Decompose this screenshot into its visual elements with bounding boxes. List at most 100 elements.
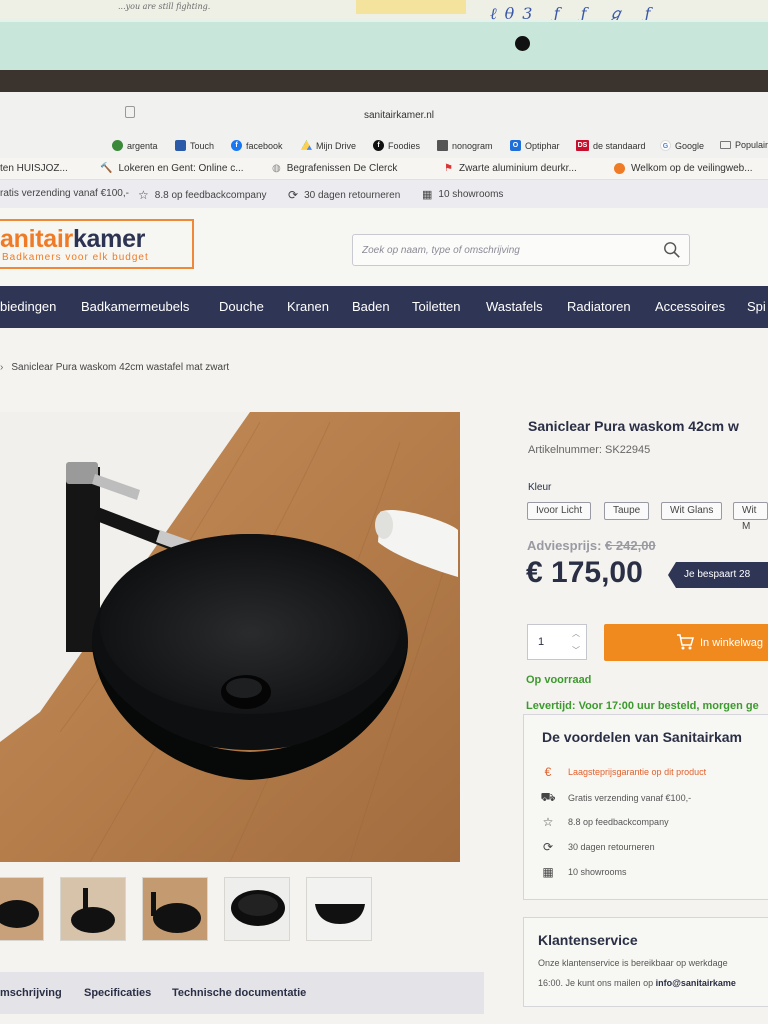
thumbnail-4[interactable] — [224, 877, 290, 941]
thumbnail-1[interactable] — [0, 877, 44, 941]
product-title: Saniclear Pura waskom 42cm w — [528, 418, 739, 434]
quantity-stepper[interactable]: 1 ︿ ﹀ — [527, 624, 587, 660]
tab-veiling[interactable]: Welkom op de veilingweb... — [614, 163, 753, 174]
tab-label: Lokeren en Gent: Online c... — [118, 163, 244, 174]
laptop-bezel — [0, 20, 768, 70]
benefits-box: De voordelen van Sanitairkam € Laagstepri… — [523, 714, 768, 900]
customer-service-email-link[interactable]: info@sanitairkame — [656, 978, 736, 988]
bookmark-nonogram[interactable]: nonogram — [437, 140, 493, 151]
customer-service-title: Klantenservice — [538, 932, 638, 948]
bookmark-label: Mijn Drive — [316, 140, 357, 151]
truck-icon: ⛟ — [540, 790, 556, 804]
bookmark-destandaard[interactable]: DS de standaard — [576, 140, 646, 151]
customer-service-email-line: 16:00. Je kunt ons mailen op info@sanita… — [538, 978, 736, 988]
color-label: Kleur — [528, 482, 552, 493]
euro-icon: € — [544, 765, 552, 779]
webcam-icon — [515, 36, 530, 51]
color-option-taupe[interactable]: Taupe — [604, 502, 650, 520]
tab-omschrijving[interactable]: mschrijving — [0, 987, 62, 999]
bookmark-google[interactable]: G Google — [660, 140, 704, 151]
bookmark-label: facebook — [246, 140, 283, 151]
thumbnail-image — [307, 878, 371, 940]
leaf-icon — [112, 140, 123, 151]
bookmark-facebook[interactable]: f facebook — [231, 140, 283, 151]
google-icon: G — [660, 140, 671, 151]
bookmark-optiphar[interactable]: O Optiphar — [510, 140, 560, 151]
folder-icon — [720, 141, 731, 149]
thumbnail-image — [61, 878, 125, 940]
paper-scribble: ℓθ3 ƒ ƒ ℊ ƒ — [490, 4, 659, 20]
search-box — [352, 234, 690, 266]
nav-item-accessoires[interactable]: Accessoires — [655, 299, 725, 314]
color-option-ivoor-licht[interactable]: Ivoor Licht — [527, 502, 592, 520]
product-main-image[interactable] — [0, 412, 460, 862]
nav-item-kranen[interactable]: Kranen — [287, 299, 329, 314]
store-icon: ▦ — [542, 865, 554, 879]
tab-label: Begrafenissen De Clerck — [286, 163, 398, 174]
nav-item-wastafels[interactable]: Wastafels — [486, 299, 543, 314]
tab-technische-documentatie[interactable]: Technische documentatie — [172, 987, 306, 999]
address-bar[interactable]: sanitairkamer.nl — [0, 110, 768, 121]
benefit-label: 10 showrooms — [568, 867, 627, 877]
nav-item-toiletten[interactable]: Toiletten — [412, 299, 460, 314]
nav-item-aanbiedingen[interactable]: biedingen — [0, 299, 56, 314]
chevron-down-icon[interactable]: ﹀ — [572, 645, 580, 656]
thumbnail-3[interactable] — [142, 877, 208, 941]
search-icon[interactable] — [663, 241, 681, 259]
browser-window: sanitairkamer.nl argenta Touch f facebook… — [0, 92, 768, 1024]
thumbnail-2[interactable] — [60, 877, 126, 941]
nav-item-douche[interactable]: Douche — [219, 299, 264, 314]
nav-item-spiegels[interactable]: Spi — [747, 299, 766, 314]
washbasin-photo — [0, 412, 460, 862]
star-icon: ☆ — [542, 815, 554, 829]
add-to-cart-button[interactable]: In winkelwag — [604, 624, 768, 661]
site-logo[interactable]: anitairkamer Badkamers voor elk budget — [0, 219, 194, 269]
search-input[interactable] — [353, 235, 643, 265]
paper-handwriting: ...you are still fighting. — [118, 2, 211, 11]
delivery-info: Levertijd: Voor 17:00 uur besteld, morge… — [526, 700, 759, 712]
bookmark-label: Populair — [735, 140, 768, 150]
bookmark-argenta[interactable]: argenta — [112, 140, 158, 151]
return-icon: ⟳ — [542, 840, 554, 854]
nav-item-radiatoren[interactable]: Radiatoren — [567, 299, 631, 314]
tab-huisjoz[interactable]: ten HUISJOZ... — [0, 163, 68, 174]
background-paper: ...you are still fighting. ℓθ3 ƒ ƒ ℊ ƒ — [0, 0, 768, 20]
bookmark-label: argenta — [127, 140, 158, 151]
usp-label: ratis verzending vanaf €100,- — [0, 188, 129, 199]
color-option-wit-glans[interactable]: Wit Glans — [661, 502, 723, 520]
benefit-label: Gratis verzending vanaf €100,- — [568, 793, 692, 803]
thumbnail-image — [225, 878, 289, 940]
usp-bar: ratis verzending vanaf €100,- ☆ 8.8 op fe… — [0, 180, 768, 208]
list-price: Adviesprijs: € 242,00 — [527, 538, 656, 553]
usp-label: 10 showrooms — [438, 189, 504, 200]
touch-icon — [175, 140, 186, 151]
thumbnail-5[interactable] — [306, 877, 372, 941]
bookmark-label: Touch — [190, 140, 215, 151]
tab-lokeren[interactable]: 🔨 Lokeren en Gent: Online c... — [100, 163, 244, 174]
color-option-wit-mat[interactable]: Wit M — [733, 502, 768, 532]
facebook-icon: f — [231, 140, 242, 151]
tab-zwarte-aluminium[interactable]: ⚑ Zwarte aluminium deurkr... — [444, 163, 577, 174]
ds-icon: DS — [576, 140, 589, 151]
globe-icon: ◍ — [272, 163, 281, 174]
nav-item-badkamermeubels[interactable]: Badkamermeubels — [81, 299, 189, 314]
usp-label: 30 dagen retourneren — [304, 189, 401, 201]
quantity-value[interactable]: 1 — [538, 636, 544, 648]
bookmark-foodies[interactable]: f Foodies — [373, 140, 420, 151]
breadcrumb-current: Saniclear Pura waskom 42cm wastafel mat … — [11, 362, 230, 373]
bookmark-drive[interactable]: Mijn Drive — [301, 140, 356, 151]
return-icon: ⟳ — [288, 188, 299, 202]
chevron-up-icon[interactable]: ︿ — [572, 628, 580, 639]
tab-specificaties[interactable]: Specificaties — [84, 987, 151, 999]
logo-tagline: Badkamers voor elk budget — [2, 252, 149, 263]
nav-item-baden[interactable]: Baden — [352, 299, 390, 314]
benefit-label: 8.8 op feedbackcompany — [568, 817, 669, 827]
bookmark-touch[interactable]: Touch — [175, 140, 214, 151]
benefit-price-guarantee: € Laagsteprijsgarantie op dit product — [540, 765, 706, 779]
tab-begrafenissen[interactable]: ◍ Begrafenissen De Clerck — [272, 163, 397, 174]
benefit-label: Laagsteprijsgarantie op dit product — [568, 767, 707, 777]
browser-titlebar: sanitairkamer.nl — [0, 92, 768, 136]
logo-wordmark: anitairkamer — [0, 225, 146, 253]
bookmark-folder-populair[interactable]: Populair — [720, 140, 768, 150]
product-sku: Artikelnummer: SK22945 — [528, 444, 651, 456]
